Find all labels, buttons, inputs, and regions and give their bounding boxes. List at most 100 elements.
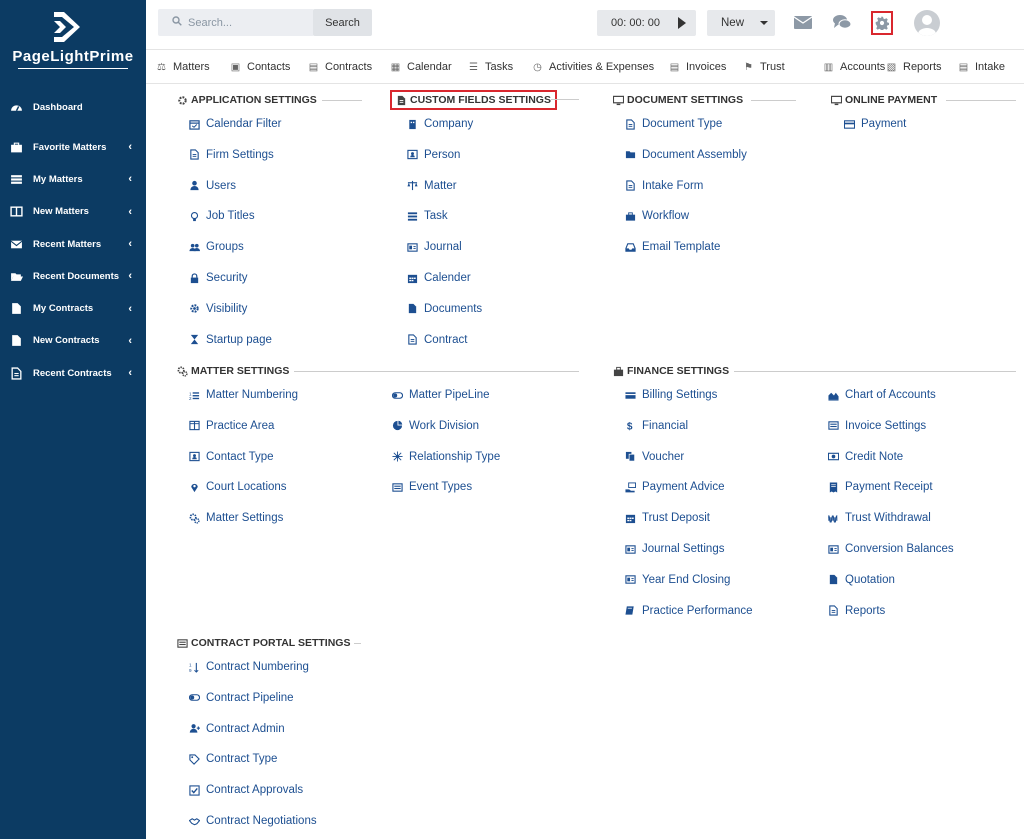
settings-link-quotation[interactable]: Quotation <box>827 574 895 586</box>
settings-link-label: Security <box>206 272 248 284</box>
settings-link-contract-admin[interactable]: Contract Admin <box>188 723 285 735</box>
user-plus-icon <box>188 723 200 735</box>
settings-link-job-titles[interactable]: Job Titles <box>188 210 255 222</box>
settings-link-contract-approvals[interactable]: Contract Approvals <box>188 784 303 796</box>
settings-link-groups[interactable]: Groups <box>188 241 244 253</box>
menu-item-trust[interactable]: ⚑ Trust <box>743 61 785 73</box>
sidebar-item-label: New Matters <box>33 206 89 218</box>
settings-link-startup-page[interactable]: Startup page <box>188 334 272 346</box>
settings-link-contract-pipeline[interactable]: Contract Pipeline <box>188 692 294 704</box>
sort-numeric-icon: 19 <box>188 661 200 673</box>
sidebar-item-label: My Matters <box>33 173 83 185</box>
settings-link-payment[interactable]: Payment <box>843 118 906 130</box>
settings-link-contract-numbering[interactable]: 1 9 Contract Numbering <box>188 661 309 673</box>
dollar-icon: $ <box>624 420 636 432</box>
settings-link-label: Trust Withdrawal <box>845 512 931 525</box>
calendar-icon: ▦ <box>390 61 401 73</box>
settings-link-financial[interactable]: $ Financial <box>624 420 688 432</box>
settings-link-work-division[interactable]: Work Division <box>391 420 479 432</box>
settings-link-workflow[interactable]: Workflow <box>624 210 689 222</box>
settings-link-label: Trust Deposit <box>642 512 710 525</box>
logo[interactable]: PageLightPrime <box>0 0 146 80</box>
settings-link-security[interactable]: Security <box>188 272 248 284</box>
menu-item-reports[interactable]: ▧ Reports <box>886 61 942 73</box>
sidebar-item-recent-matters[interactable]: Recent Matters ‹ <box>0 228 146 260</box>
settings-link-matter-numbering[interactable]: 1 2 Matter Numbering <box>188 389 299 401</box>
settings-link-practice-area[interactable]: Practice Area <box>188 420 274 432</box>
menu-item-matters[interactable]: ⚖ Matters <box>156 61 210 73</box>
settings-link-payment-advice[interactable]: Payment Advice <box>624 481 724 493</box>
section-title: APPLICATION SETTINGS <box>177 94 317 106</box>
settings-link-document-assembly[interactable]: Document Assembly <box>624 149 747 161</box>
sidebar-item-favorite-matters[interactable]: Favorite Matters ‹ <box>0 131 146 163</box>
form-icon <box>624 180 636 192</box>
calendar-icon <box>624 512 636 524</box>
sidebar-item-recent-contracts[interactable]: Recent Contracts ‹ <box>0 357 146 389</box>
settings-link-practice-performance[interactable]: Practice Performance <box>624 605 753 617</box>
sidebar-item-my-matters[interactable]: My Matters ‹ <box>0 163 146 195</box>
sidebar-item-dashboard[interactable]: Dashboard <box>0 91 146 123</box>
sidebar-item-my-contracts[interactable]: My Contracts ‹ <box>0 292 146 324</box>
settings-link-journal-settings[interactable]: Journal Settings <box>624 543 724 555</box>
chat-icon[interactable] <box>832 12 852 32</box>
settings-link-billing-settings[interactable]: Billing Settings <box>624 389 717 401</box>
settings-link-chart-of-accounts[interactable]: Chart of Accounts <box>827 389 936 401</box>
sidebar-item-label: Recent Documents <box>33 270 120 282</box>
settings-link-trust-deposit[interactable]: Trust Deposit <box>624 512 710 524</box>
tag-icon <box>188 753 200 765</box>
settings-link-contract[interactable]: Contract <box>406 334 467 346</box>
menu-item-calendar[interactable]: ▦ Calendar <box>390 61 452 73</box>
timer-control[interactable]: 00: 00: 00 <box>597 10 696 36</box>
sidebar-item-recent-documents[interactable]: Recent Documents ‹ <box>0 260 146 292</box>
sidebar-item-new-contracts[interactable]: New Contracts ‹ <box>0 325 146 357</box>
settings-link-contract-type[interactable]: Contract Type <box>188 753 277 765</box>
menu-item-contacts[interactable]: ▣ Contacts <box>230 61 291 73</box>
settings-link-journal[interactable]: Journal <box>406 241 462 253</box>
menu-item-contracts[interactable]: ▤ Contracts <box>308 61 372 73</box>
settings-link-document-type[interactable]: Document Type <box>624 118 722 130</box>
settings-link-invoice-settings[interactable]: Invoice Settings <box>827 420 926 432</box>
settings-link-relationship-type[interactable]: Relationship Type <box>391 451 500 463</box>
settings-link-contact-type[interactable]: Contact Type <box>188 451 274 463</box>
search-button[interactable]: Search <box>313 9 372 36</box>
settings-link-year-end-closing[interactable]: Year End Closing <box>624 574 730 586</box>
settings-link-users[interactable]: Users <box>188 180 236 192</box>
settings-link-court-locations[interactable]: Court Locations <box>188 481 287 493</box>
play-icon[interactable] <box>678 17 686 29</box>
sidebar-item-new-matters[interactable]: New Matters ‹ <box>0 196 146 228</box>
settings-link-label: Contract Numbering <box>206 661 309 673</box>
new-button[interactable]: New <box>707 10 775 36</box>
settings-link-documents[interactable]: Documents <box>406 303 482 315</box>
settings-link-reports[interactable]: Reports <box>827 605 885 617</box>
menu-item-invoices[interactable]: ▤ Invoices <box>669 61 727 73</box>
settings-link-email-template[interactable]: Email Template <box>624 241 720 253</box>
settings-link-matter[interactable]: Matter <box>406 180 457 192</box>
settings-link-person[interactable]: Person <box>406 149 460 161</box>
settings-link-conversion-balances[interactable]: Conversion Balances <box>827 543 954 555</box>
settings-button[interactable] <box>871 11 893 35</box>
menu-item-tasks[interactable]: ☰ Tasks <box>468 61 513 73</box>
menu-item-activities-expenses[interactable]: ◷ Activities & Expenses <box>532 61 654 73</box>
settings-link-payment-receipt[interactable]: Payment Receipt <box>827 481 933 493</box>
settings-link-firm-settings[interactable]: Firm Settings <box>188 149 274 161</box>
settings-link-company[interactable]: Company <box>406 118 473 130</box>
menu-item-intake[interactable]: ▤ Intake <box>958 61 1005 73</box>
settings-link-voucher[interactable]: Voucher <box>624 451 684 463</box>
settings-link-contract-negotiations[interactable]: Contract Negotiations <box>188 815 317 827</box>
settings-link-matter-pipeline[interactable]: Matter PipeLine <box>391 389 490 401</box>
settings-link-calendar-filter[interactable]: Calendar Filter <box>188 118 281 130</box>
avatar[interactable] <box>914 10 940 36</box>
settings-link-task[interactable]: Task <box>406 210 448 222</box>
settings-link-label: Person <box>424 148 461 161</box>
settings-link-credit-note[interactable]: Credit Note <box>827 451 903 463</box>
settings-link-intake-form[interactable]: Intake Form <box>624 180 703 192</box>
envelope-icon[interactable] <box>793 12 813 32</box>
settings-link-label: Contract Admin <box>206 722 285 735</box>
settings-link-event-types[interactable]: Event Types <box>391 481 472 493</box>
menu-item-accounts[interactable]: ▥ Accounts <box>823 61 885 73</box>
settings-link-calender[interactable]: Calender <box>406 272 471 284</box>
search-input[interactable]: Search... <box>158 9 314 36</box>
settings-link-trust-withdrawal[interactable]: ₩ Trust Withdrawal <box>827 512 931 524</box>
settings-link-visibility[interactable]: Visibility <box>188 303 247 315</box>
settings-link-matter-settings[interactable]: Matter Settings <box>188 512 283 524</box>
